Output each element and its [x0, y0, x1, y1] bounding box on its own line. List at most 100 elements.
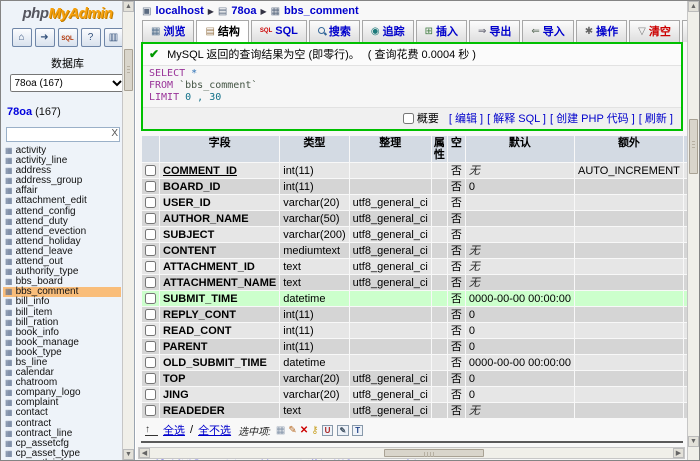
table-icon: ▦: [5, 287, 13, 297]
check-all-link[interactable]: 全选: [163, 422, 185, 438]
database-link[interactable]: 78oa: [7, 106, 32, 118]
field-row-CONTENT: CONTENTmediumtextutf8_general_ci否无▦✎✕: [142, 243, 687, 258]
database-select[interactable]: 78oa (167): [10, 74, 126, 92]
breadcrumb-database[interactable]: 78oa: [231, 5, 256, 17]
scrollbar-thumb[interactable]: [384, 449, 484, 457]
breadcrumb-separator: ▶: [208, 7, 214, 16]
row-checkbox-cell: [142, 355, 159, 370]
table-icon: ▦: [5, 439, 13, 449]
scroll-left-icon[interactable]: ◀: [139, 448, 150, 458]
scrollbar-thumb[interactable]: [124, 49, 133, 91]
row-checkbox[interactable]: [145, 165, 156, 176]
tab-search[interactable]: 搜索: [309, 20, 360, 42]
tab-insert[interactable]: ⊞插入: [416, 20, 467, 42]
row-checkbox-cell: [142, 227, 159, 242]
field-name: PARENT: [160, 339, 279, 354]
field-attributes: [432, 307, 447, 322]
field-type: int(11): [280, 307, 348, 322]
row-checkbox[interactable]: [145, 373, 156, 384]
docs-icon[interactable]: ?: [81, 28, 101, 47]
row-checkbox[interactable]: [145, 245, 156, 256]
scroll-right-icon[interactable]: ▶: [673, 448, 684, 458]
database-link-row: 78oa (167): [7, 106, 134, 118]
tab-browse[interactable]: ▦浏览: [142, 20, 194, 42]
field-null: 否: [448, 275, 465, 290]
field-default: [466, 195, 574, 210]
query-window-icon[interactable]: ▥: [104, 28, 124, 47]
primary-key-icon[interactable]: ⚷: [311, 425, 318, 436]
horizontal-scrollbar[interactable]: ◀ ▶: [138, 447, 685, 459]
scrollbar-thumb[interactable]: [689, 119, 698, 174]
profiling-checkbox[interactable]: [403, 113, 414, 124]
row-checkbox[interactable]: [145, 197, 156, 208]
browse-icon[interactable]: ▦: [276, 425, 285, 436]
tab-sql[interactable]: SQLSQL: [251, 20, 307, 42]
structure-table-body: COMMENT_IDint(11)否无AUTO_INCREMENT▦✎✕BOAR…: [142, 163, 687, 418]
breadcrumb-server[interactable]: localhost: [155, 5, 203, 17]
table-name: bill_info: [16, 297, 50, 307]
field-type: text: [280, 403, 348, 418]
tab-structure[interactable]: ▤结构: [196, 20, 248, 42]
tab-tracking[interactable]: ◉追踪: [362, 20, 414, 42]
field-collation: utf8_general_ci: [350, 371, 431, 386]
tab-import[interactable]: ⇐导入: [522, 20, 573, 42]
table-icon: ▦: [5, 368, 13, 378]
field-default: 无: [466, 163, 574, 178]
row-checkbox[interactable]: [145, 229, 156, 240]
row-checkbox[interactable]: [145, 357, 156, 368]
logout-icon[interactable]: ➜: [35, 28, 55, 47]
row-checkbox[interactable]: [145, 293, 156, 304]
uncheck-all-link[interactable]: 全不选: [198, 422, 231, 438]
field-extra: [575, 355, 683, 370]
explain-sql-link[interactable]: [ 解释 SQL ]: [487, 113, 546, 125]
row-checkbox[interactable]: [145, 213, 156, 224]
sidebar-nav: ⌂➜SQL?▥: [1, 28, 134, 47]
home-icon[interactable]: ⌂: [12, 28, 32, 47]
row-checkbox[interactable]: [145, 261, 156, 272]
row-checkbox[interactable]: [145, 181, 156, 192]
clear-filter-icon[interactable]: X: [111, 128, 118, 139]
sql-icon: SQL: [260, 28, 272, 34]
row-checkbox[interactable]: [145, 389, 156, 400]
table-icon: ▦: [5, 257, 13, 267]
table-icon: ▦: [5, 358, 13, 368]
row-checkbox[interactable]: [145, 277, 156, 288]
scroll-up-icon[interactable]: ▲: [688, 1, 699, 12]
header-field: 字段: [160, 136, 279, 162]
sidebar-table-bill_info[interactable]: ▦bill_info: [3, 297, 121, 307]
drop-icon[interactable]: ✕: [300, 425, 308, 436]
row-checkbox-cell: [142, 403, 159, 418]
index-icon[interactable]: ✎: [337, 425, 350, 436]
scroll-down-icon[interactable]: ▼: [123, 449, 134, 460]
sidebar-scrollbar[interactable]: ▲ ▼: [122, 1, 134, 460]
table-icon: ▦: [5, 196, 13, 206]
tab-operations[interactable]: ✱操作: [576, 20, 627, 42]
sql-line: LIMIT 0 , 30: [149, 92, 675, 104]
create-php-code-link[interactable]: [ 创建 PHP 代码 ]: [550, 113, 635, 125]
tab-bar: ▦浏览▤结构SQLSQL搜索◉追踪⊞插入⇒导出⇐导入✱操作▽清空✖删除: [140, 20, 685, 42]
vertical-scrollbar[interactable]: ▲ ▼: [687, 1, 699, 460]
field-attributes: [432, 339, 447, 354]
change-icon[interactable]: ✎: [288, 425, 296, 436]
scroll-up-icon[interactable]: ▲: [123, 1, 134, 12]
tab-export[interactable]: ⇒导出: [469, 20, 520, 42]
sql-window-icon[interactable]: SQL: [58, 28, 78, 47]
refresh-link[interactable]: [ 刷新 ]: [639, 113, 673, 125]
scroll-down-icon[interactable]: ▼: [688, 436, 699, 447]
field-attributes: [432, 179, 447, 194]
tab-empty[interactable]: ▽清空: [629, 20, 680, 42]
row-checkbox[interactable]: [145, 309, 156, 320]
fulltext-icon[interactable]: T: [352, 425, 363, 436]
field-attributes: [432, 227, 447, 242]
table-filter-input[interactable]: [6, 127, 120, 142]
edit-query-link[interactable]: [ 编辑 ]: [449, 113, 483, 125]
breadcrumb-table[interactable]: bbs_comment: [284, 5, 359, 17]
row-checkbox[interactable]: [145, 325, 156, 336]
row-checkbox[interactable]: [145, 405, 156, 416]
row-checkbox[interactable]: [145, 341, 156, 352]
field-null: 否: [448, 211, 465, 226]
table-icon: ▦: [5, 449, 13, 459]
field-type: int(11): [280, 163, 348, 178]
unique-icon[interactable]: U: [322, 425, 334, 436]
field-collation: [350, 179, 431, 194]
